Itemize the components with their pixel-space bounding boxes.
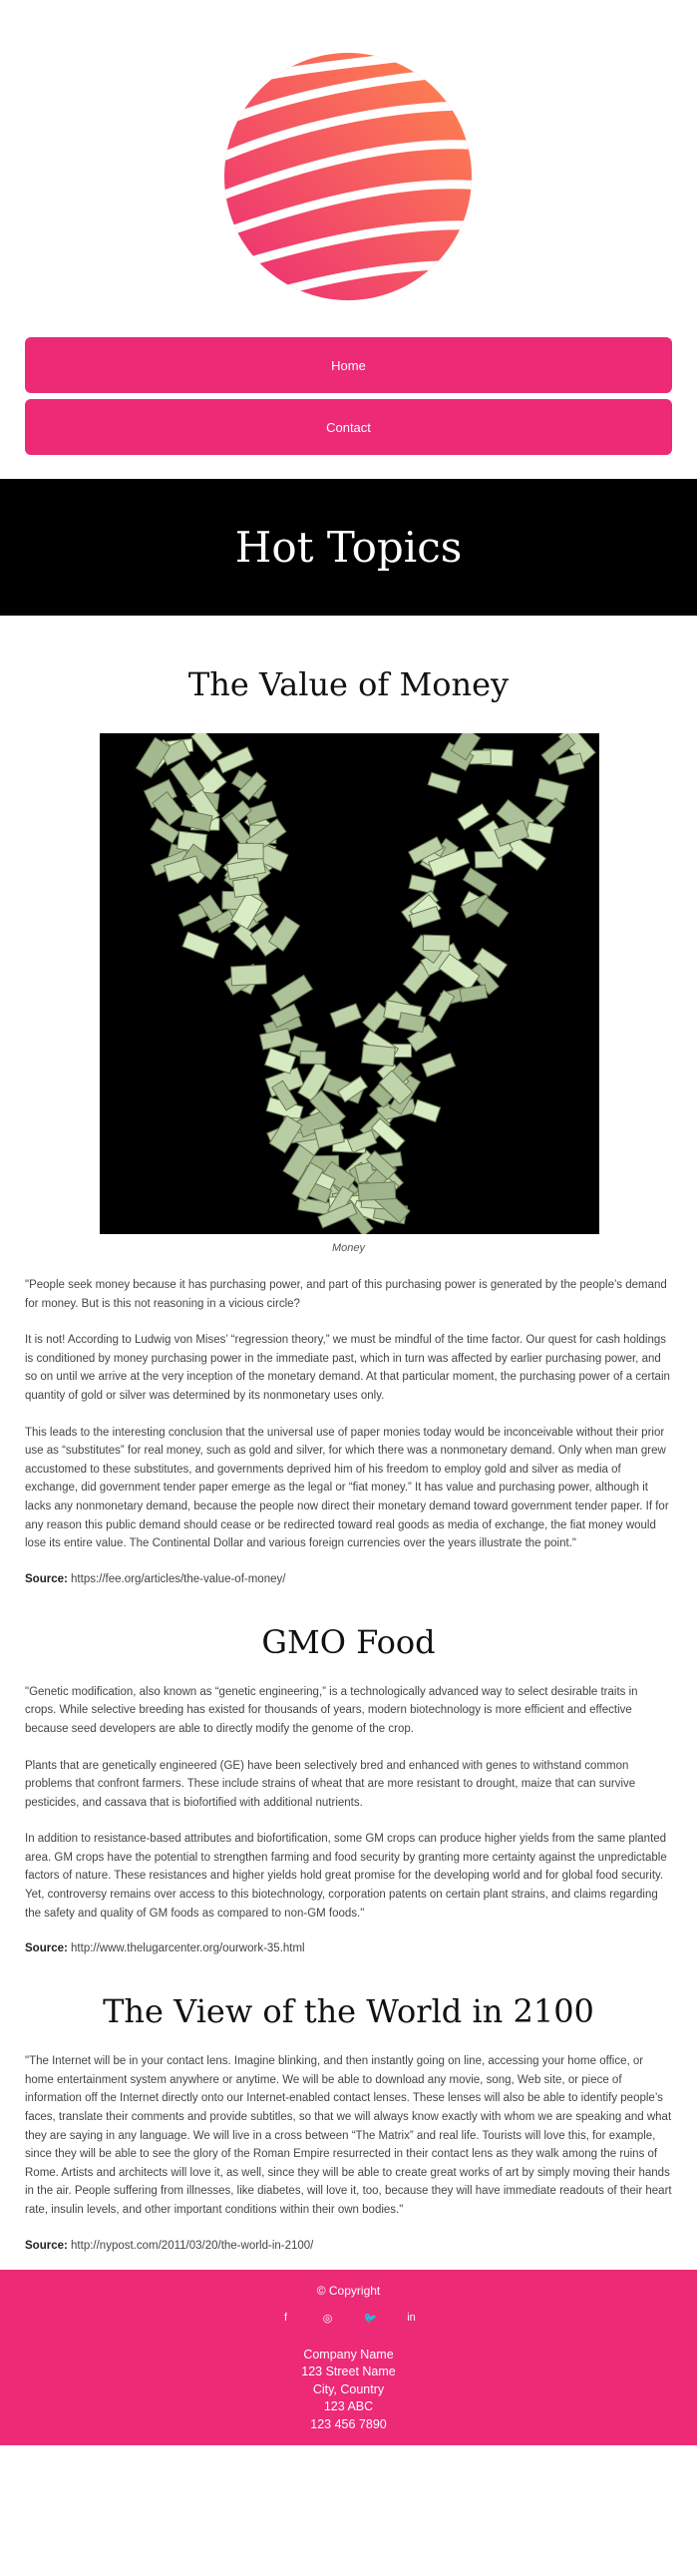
twitter-icon[interactable]: 🐦: [364, 2312, 378, 2325]
banknote: [534, 777, 569, 804]
banknote: [357, 1181, 397, 1201]
section-title-money: The Value of Money: [187, 665, 510, 703]
street: 123 Street Name: [301, 2364, 396, 2379]
banknote: [427, 771, 462, 794]
source-label: Source:: [25, 2239, 68, 2252]
banknote: [271, 974, 314, 1011]
phone: 123 456 7890: [310, 2416, 387, 2431]
banknote: [534, 797, 566, 828]
banknote: [258, 1028, 292, 1051]
page-title: Hot Topics: [234, 523, 463, 572]
postal-code: 123 ABC: [323, 2399, 374, 2414]
facebook-icon[interactable]: f: [280, 2312, 292, 2325]
footer: © Copyright f ◎ 🐦 in Company Name 123 St…: [0, 2269, 697, 2445]
banknote: [457, 803, 490, 831]
banknote: [422, 934, 451, 952]
section-title-gmo: GMO Food: [261, 1622, 436, 1661]
address: Company Name 123 Street Name City, Count…: [0, 2347, 697, 2434]
banknote: [361, 1044, 396, 1068]
source-line: Source: https://fee.org/articles/the-val…: [25, 1573, 672, 1585]
banknote: [299, 1051, 326, 1066]
home-button[interactable]: Home: [25, 337, 672, 393]
paragraph: "The Internet will be in your contact le…: [25, 2055, 672, 2216]
source-link[interactable]: https://fee.org/articles/the-value-of-mo…: [71, 1573, 285, 1585]
image-caption: Money: [331, 1242, 366, 1254]
section-title-world: The View of the World in 2100: [103, 1992, 594, 2031]
banknote: [397, 1012, 427, 1034]
banknote: [421, 1053, 457, 1077]
source-link[interactable]: http://www.thelugarcenter.org/ourwork-35…: [71, 1942, 305, 1954]
globe-logo-icon: [224, 53, 472, 300]
banknote: [230, 964, 267, 987]
banknote: [524, 821, 554, 845]
paragraph: Plants that are genetically engineered (…: [25, 1759, 636, 1809]
banknote: [231, 876, 260, 898]
banknote: [244, 800, 277, 826]
money-illustration: [135, 733, 596, 1234]
banknote: [181, 931, 220, 960]
paragraph: "Genetic modification, also known as “ge…: [25, 1685, 638, 1735]
globe-logo: [221, 52, 476, 301]
source-line: Source: http://www.thelugarcenter.org/ou…: [25, 1942, 672, 1954]
header-area: Home Contact: [0, 0, 697, 479]
money-image: [100, 733, 599, 1234]
paragraph: In addition to resistance-based attribut…: [25, 1833, 667, 1920]
city-country: City, Country: [312, 2381, 385, 2396]
source-link[interactable]: http://nypost.com/2011/03/20/the-world-i…: [71, 2240, 313, 2252]
social-links: f ◎ 🐦 in: [0, 2312, 697, 2325]
banknote: [190, 733, 223, 762]
banknote: [170, 759, 205, 799]
banknote: [412, 1098, 442, 1123]
source-line: Source: http://nypost.com/2011/03/20/the…: [25, 2240, 672, 2252]
main-content: The Value of Money Money "People seek mo…: [0, 616, 697, 2252]
paragraph: It is not! According to Ludwig von Mises…: [25, 1334, 670, 1402]
source-label: Source:: [25, 1942, 68, 1955]
paragraph: "People seek money because it has purcha…: [25, 1279, 667, 1310]
company-name: Company Name: [303, 2347, 394, 2361]
hero-banner: Hot Topics: [0, 479, 697, 616]
instagram-icon[interactable]: ◎: [322, 2312, 334, 2325]
copyright: © Copyright: [316, 2283, 381, 2298]
banknote: [150, 817, 180, 844]
banknote: [237, 842, 264, 860]
banknote: [346, 1129, 378, 1153]
contact-button[interactable]: Contact: [25, 399, 672, 455]
paragraph: This leads to the interesting conclusion…: [25, 1426, 669, 1550]
banknote: [428, 989, 456, 1023]
source-label: Source:: [25, 1572, 68, 1585]
banknote: [329, 1003, 362, 1029]
linkedin-icon[interactable]: in: [406, 2312, 418, 2325]
banknote: [216, 746, 254, 774]
